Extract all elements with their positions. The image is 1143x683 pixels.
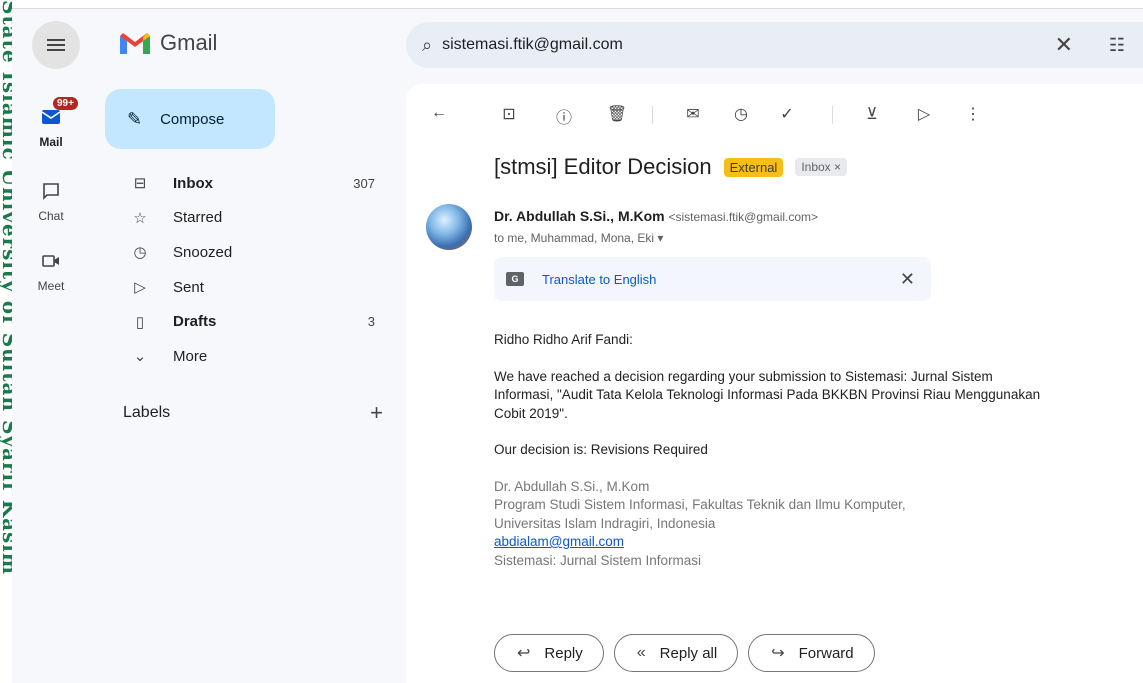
signature-email-link[interactable]: abdialam@gmail.com <box>494 534 624 549</box>
clock-icon: ◷ <box>133 244 147 262</box>
star-icon: ☆ <box>133 209 147 227</box>
chevron-down-icon: ⌄ <box>133 348 147 366</box>
mark-unread-icon[interactable]: ✉ <box>682 104 704 124</box>
compose-button[interactable]: ✎ Compose <box>105 89 275 149</box>
sidebar-item-starred[interactable]: ☆ Starred <box>105 201 395 236</box>
sidebar-item-inbox[interactable]: ⊟ Inbox 307 <box>105 166 395 201</box>
reply-button[interactable]: ↩ Reply <box>494 634 604 672</box>
email-subject: [stmsi] Editor Decision <box>494 154 712 179</box>
signature-name: Dr. Abdullah S.Si., M.Kom <box>494 478 650 494</box>
external-tag: External <box>723 157 784 177</box>
gmail-logo[interactable]: Gmail <box>118 30 217 56</box>
inbox-label-chip[interactable]: Inbox × <box>795 158 848 176</box>
toolbar-divider <box>652 106 653 124</box>
reply-label: Reply <box>544 644 583 662</box>
sidebar-nav: ⊟ Inbox 307 ☆ Starred ◷ Snoozed ▷ Sent ▯… <box>105 166 395 374</box>
message-toolbar: ← ⊡ ⓘ 🗑 ✉ ◷ ✓ ⊻ ▷ ⋮ <box>406 94 1143 134</box>
unread-badge: 99+ <box>53 97 78 110</box>
signature-affiliation: Program Studi Sistem Informasi, Fakultas… <box>494 497 906 512</box>
sidebar-item-label: Starred <box>173 209 223 227</box>
delete-icon[interactable]: 🗑 <box>606 104 628 124</box>
sender-name: Dr. Abdullah S.Si., M.Kom <box>494 208 665 224</box>
clear-search-icon[interactable]: ✕ <box>1055 32 1073 58</box>
signature-journal: Sistemasi: Jurnal Sistem Informasi <box>494 552 702 568</box>
reply-all-button[interactable]: « Reply all <box>613 634 739 672</box>
reply-all-label: Reply all <box>659 644 718 662</box>
message-view: ← ⊡ ⓘ 🗑 ✉ ◷ ✓ ⊻ ▷ ⋮ [stmsi] Editor Decis… <box>406 84 1143 683</box>
add-task-icon[interactable]: ✓ <box>776 104 798 124</box>
watermark-strip: State Islamic University of Sultan Syari… <box>0 0 12 683</box>
rail-label-chat: Chat <box>38 209 64 223</box>
pencil-icon: ✎ <box>127 108 143 129</box>
sidebar-item-more[interactable]: ⌄ More <box>105 339 395 374</box>
email-subject-row: [stmsi] Editor Decision External Inbox × <box>494 154 848 180</box>
translate-link[interactable]: Translate to English <box>542 272 656 287</box>
draft-icon: ▯ <box>135 313 145 331</box>
reply-all-icon: « <box>636 644 646 661</box>
signature-university: Universitas Islam Indragiri, Indonesia <box>494 515 716 531</box>
rail-item-chat[interactable]: Chat <box>20 175 82 223</box>
sender-email: <sistemasi.ftik@gmail.com> <box>668 210 819 224</box>
chat-icon <box>43 183 59 200</box>
add-label-icon[interactable]: + <box>370 400 383 426</box>
report-spam-icon[interactable]: ⓘ <box>553 104 575 128</box>
rail-item-mail[interactable]: 99+ Mail <box>20 97 82 149</box>
labels-section: Labels + <box>123 400 383 426</box>
hamburger-icon <box>47 39 65 51</box>
sidebar-item-sent[interactable]: ▷ Sent <box>105 270 395 305</box>
top-border <box>12 0 1143 9</box>
main-menu-button[interactable] <box>32 21 80 69</box>
forward-button[interactable]: ↪ Forward <box>748 634 875 672</box>
rail-label-meet: Meet <box>37 279 65 293</box>
translate-icon: G <box>506 272 524 286</box>
video-icon <box>42 255 59 267</box>
app-rail: 99+ Mail Chat Meet <box>12 9 90 683</box>
rail-label-mail: Mail <box>39 135 63 149</box>
watermark-text: State Islamic University of Sultan Syari… <box>0 0 12 576</box>
snooze-icon[interactable]: ◷ <box>730 104 752 124</box>
sidebar-item-label: More <box>173 347 208 365</box>
sidebar-item-label: Snoozed <box>173 243 233 261</box>
sidebar-item-label: Drafts <box>173 313 217 331</box>
move-to-icon[interactable]: ⊻ <box>861 104 883 124</box>
drafts-count: 3 <box>367 314 375 330</box>
search-bar[interactable]: ⌕ sistemasi.ftik@gmail.com ✕ ☷ <box>406 22 1143 68</box>
forward-icon: ↪ <box>771 645 785 662</box>
decision-statement: Our decision is: Revisions Required <box>494 442 708 457</box>
mail-icon <box>41 110 61 124</box>
label-icon[interactable]: ▷ <box>913 104 935 124</box>
email-body: Ridho Ridho Arif Fandi: We have reached … <box>494 331 1054 570</box>
app-name: Gmail <box>160 30 218 55</box>
greeting: Ridho Ridho Arif Fandi: <box>494 332 633 347</box>
search-icon[interactable]: ⌕ <box>422 35 432 56</box>
archive-icon[interactable]: ⊡ <box>498 104 520 124</box>
recipients-toggle[interactable]: to me, Muhammad, Mona, Eki ▾ <box>494 231 663 245</box>
toolbar-divider <box>832 106 833 124</box>
search-options-icon[interactable]: ☷ <box>1109 35 1125 56</box>
labels-heading: Labels <box>123 404 171 421</box>
sidebar-item-snoozed[interactable]: ◷ Snoozed <box>105 235 395 270</box>
inbox-icon: ⊟ <box>133 175 147 193</box>
more-icon[interactable]: ⋮ <box>962 104 984 124</box>
inbox-count: 307 <box>353 175 375 191</box>
search-input[interactable]: sistemasi.ftik@gmail.com <box>442 36 623 54</box>
forward-label: Forward <box>798 644 854 662</box>
sidebar-item-label: Inbox <box>173 174 213 192</box>
sidebar-item-drafts[interactable]: ▯ Drafts 3 <box>105 304 395 339</box>
compose-label: Compose <box>160 110 225 128</box>
send-icon: ▷ <box>134 279 146 297</box>
close-icon[interactable]: ✕ <box>900 269 915 290</box>
sender-avatar[interactable] <box>426 204 472 250</box>
sidebar-item-label: Sent <box>173 278 204 296</box>
gmail-m-icon <box>120 33 150 54</box>
back-icon[interactable]: ← <box>428 104 450 122</box>
reply-icon: ↩ <box>517 645 531 662</box>
reply-actions: ↩ Reply « Reply all ↪ Forward <box>494 634 875 672</box>
translate-banner: G Translate to English ✕ <box>494 257 931 301</box>
decision-paragraph: We have reached a decision regarding you… <box>494 368 1041 421</box>
rail-item-meet[interactable]: Meet <box>20 245 82 293</box>
signature: Dr. Abdullah S.Si., M.Kom Program Studi … <box>494 478 1054 571</box>
sender-line: Dr. Abdullah S.Si., M.Kom <sistemasi.fti… <box>494 208 818 224</box>
